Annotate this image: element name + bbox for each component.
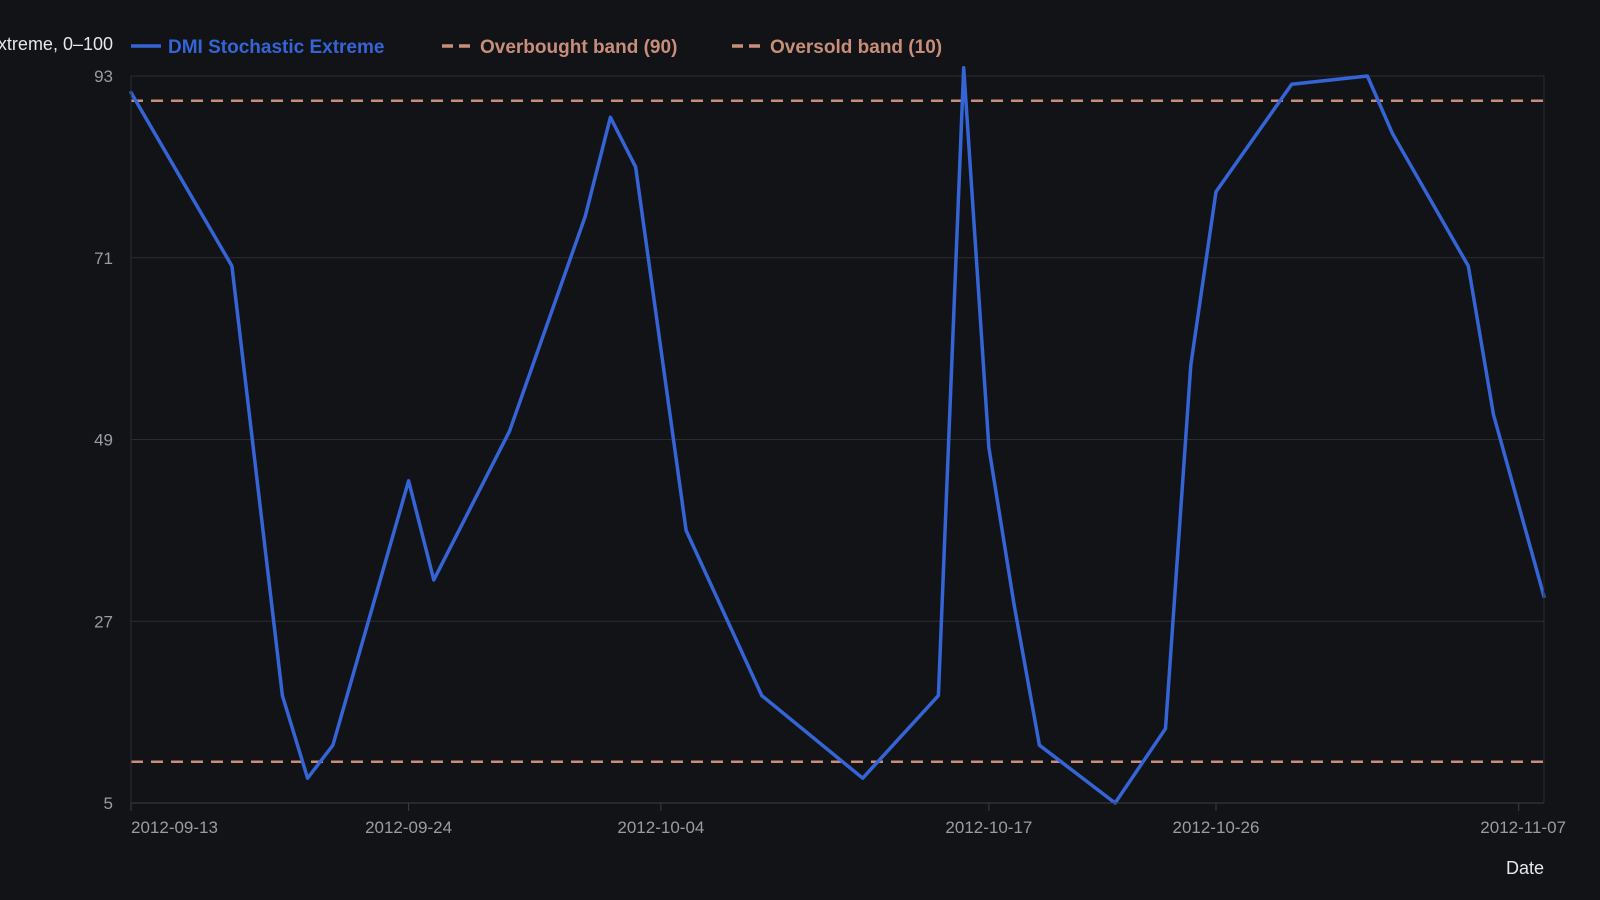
y-tick-label: 5 <box>104 794 113 813</box>
legend-label: Oversold band (10) <box>770 37 942 58</box>
data-point <box>760 694 764 698</box>
data-point <box>331 743 335 747</box>
chart: 5 27 49 71 93 2012-09-13 2012-09-24 2012-10-04 2… <box>0 0 1600 900</box>
data-point <box>936 694 940 698</box>
data-point <box>962 66 966 70</box>
data-point <box>508 429 511 433</box>
x-tick-label: 2012-10-26 <box>1172 818 1259 837</box>
data-point <box>583 214 587 218</box>
chart-background <box>0 0 1600 900</box>
data-point <box>432 578 436 582</box>
data-point <box>306 776 310 780</box>
x-tick-label: 2012-09-13 <box>131 818 218 837</box>
data-point <box>407 479 411 483</box>
x-tick-label: 2012-10-17 <box>945 818 1032 837</box>
data-point <box>987 446 991 450</box>
data-point <box>1164 727 1167 731</box>
y-axis-title: DMI Stochastic Extreme, 0–100 <box>0 34 113 54</box>
y-tick-label: 27 <box>94 612 113 631</box>
data-point <box>1290 82 1294 86</box>
data-point <box>1214 190 1218 194</box>
data-point <box>1391 132 1395 136</box>
legend: DMI Stochastic Extreme Overbought band (9… <box>131 37 942 58</box>
data-point <box>684 528 688 532</box>
y-tick-label: 49 <box>94 431 113 450</box>
data-point <box>230 264 234 268</box>
data-point <box>1466 264 1470 268</box>
data-point <box>280 694 284 698</box>
x-tick-label: 2012-09-24 <box>365 818 452 837</box>
x-tick-label: 2012-10-04 <box>617 818 704 837</box>
y-tick-label: 71 <box>94 249 113 268</box>
data-point <box>1012 603 1016 607</box>
data-point <box>634 165 638 169</box>
data-point <box>1365 74 1369 78</box>
legend-label: DMI Stochastic Extreme <box>168 37 384 58</box>
x-axis-title: Date <box>1506 858 1544 878</box>
legend-label: Overbought band (90) <box>480 37 677 58</box>
data-point <box>861 776 865 780</box>
data-point <box>1189 363 1193 367</box>
data-point <box>608 115 612 119</box>
data-point <box>1037 743 1041 747</box>
data-point <box>1492 413 1495 417</box>
y-tick-label: 93 <box>94 67 113 86</box>
x-tick-label: 2012-11-07 <box>1480 818 1566 837</box>
